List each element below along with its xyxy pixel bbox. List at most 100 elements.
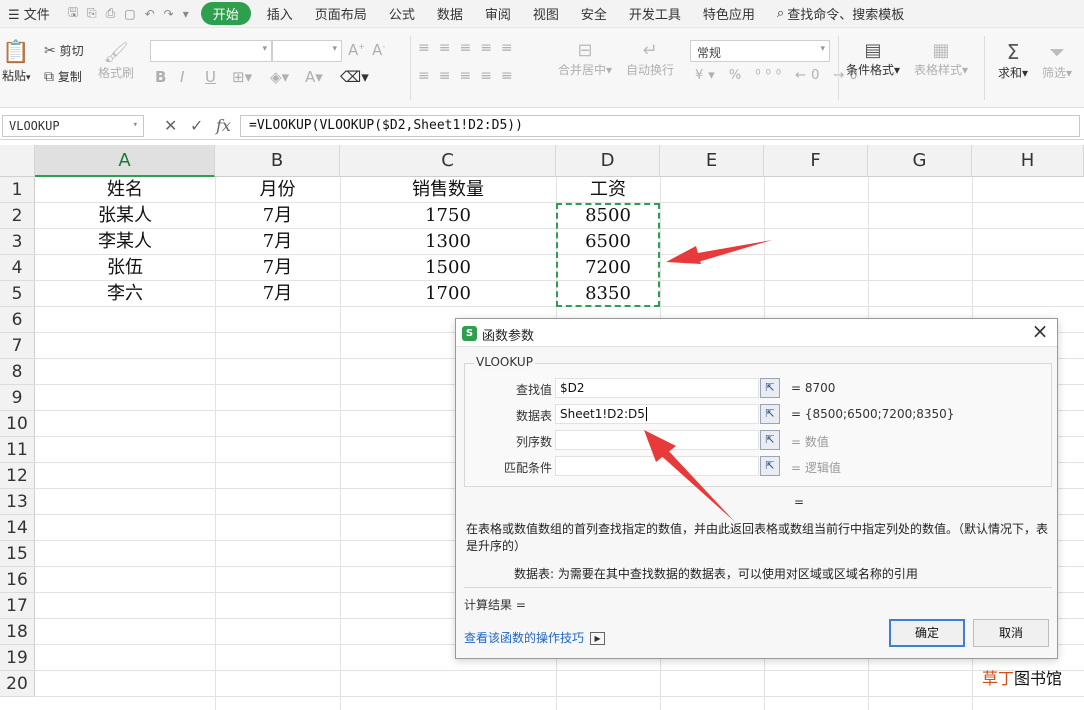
cell-b5[interactable]: 7月: [215, 281, 340, 307]
redo-icon[interactable]: ↷: [164, 7, 174, 21]
column-header-e[interactable]: E: [660, 145, 764, 177]
tab-insert[interactable]: 插入: [259, 4, 301, 23]
column-header-g[interactable]: G: [868, 145, 972, 177]
select-all-corner[interactable]: [0, 145, 35, 177]
paste-button[interactable]: 📋 粘贴▾: [2, 40, 31, 84]
cell-c2[interactable]: 1750: [340, 203, 556, 229]
font-color-icon[interactable]: A▾: [305, 68, 323, 86]
tab-featured[interactable]: 特色应用: [695, 4, 763, 23]
row-header[interactable]: 13: [0, 489, 35, 515]
filter-button[interactable]: ⏷ 筛选▾: [1042, 40, 1072, 81]
bold-icon[interactable]: B: [155, 68, 166, 86]
row-header[interactable]: 16: [0, 567, 35, 593]
row-header[interactable]: 2: [0, 203, 35, 229]
cell-c4[interactable]: 1500: [340, 255, 556, 281]
arg-input-lookup-value[interactable]: $D2: [555, 378, 759, 398]
row-header[interactable]: 5: [0, 281, 35, 307]
row-header[interactable]: 9: [0, 385, 35, 411]
command-search[interactable]: ⌕ 查找命令、搜索模板: [769, 4, 912, 23]
tab-start[interactable]: 开始: [200, 2, 251, 25]
underline-icon[interactable]: U: [205, 68, 216, 86]
row-header[interactable]: 1: [0, 177, 35, 203]
table-style-button[interactable]: ▦ 表格样式▾: [914, 40, 968, 78]
cell-d1[interactable]: 工资: [556, 177, 660, 203]
cell-c5[interactable]: 1700: [340, 281, 556, 307]
confirm-icon[interactable]: ✓: [190, 116, 203, 135]
row-header[interactable]: 19: [0, 645, 35, 671]
export-icon[interactable]: ⎘: [87, 6, 97, 21]
align-left-icons[interactable]: ≡≡≡≡≡: [418, 68, 522, 84]
font-size-select[interactable]: ▾: [272, 40, 342, 62]
row-header[interactable]: 6: [0, 307, 35, 333]
ok-button[interactable]: 确定: [889, 619, 965, 647]
row-header[interactable]: 8: [0, 359, 35, 385]
cell-c3[interactable]: 1300: [340, 229, 556, 255]
border-icon[interactable]: ⊞▾: [232, 68, 252, 86]
undo-icon[interactable]: ↶: [145, 7, 155, 21]
row-header[interactable]: 18: [0, 619, 35, 645]
cell-a2[interactable]: 张某人: [35, 203, 215, 229]
cancel-icon[interactable]: ✕: [164, 116, 177, 135]
tab-review[interactable]: 审阅: [477, 4, 519, 23]
tab-developer[interactable]: 开发工具: [621, 4, 689, 23]
close-button[interactable]: ×: [1029, 321, 1051, 343]
column-header-d[interactable]: D: [556, 145, 660, 177]
cell-b1[interactable]: 月份: [215, 177, 340, 203]
cell-a1[interactable]: 姓名: [35, 177, 215, 203]
row-header[interactable]: 7: [0, 333, 35, 359]
range-select-button[interactable]: ⇱: [760, 430, 780, 450]
cell-a4[interactable]: 张伍: [35, 255, 215, 281]
file-menu[interactable]: ☰ 文件: [0, 4, 58, 23]
cell-b4[interactable]: 7月: [215, 255, 340, 281]
fill-color-icon[interactable]: ◈▾: [270, 68, 289, 86]
name-box[interactable]: VLOOKUP ▾: [2, 115, 144, 137]
arg-input-range-lookup[interactable]: [555, 456, 759, 476]
cell-a3[interactable]: 李某人: [35, 229, 215, 255]
row-header[interactable]: 10: [0, 411, 35, 437]
range-select-button[interactable]: ⇱: [760, 456, 780, 476]
row-header[interactable]: 3: [0, 229, 35, 255]
arg-input-table-array[interactable]: Sheet1!D2:D5: [555, 404, 759, 424]
tab-security[interactable]: 安全: [573, 4, 615, 23]
cancel-button[interactable]: 取消: [973, 619, 1049, 647]
cell-c1[interactable]: 销售数量: [340, 177, 556, 203]
merge-center-button[interactable]: ⊟ 合并居中▾: [558, 40, 612, 78]
function-tips-link[interactable]: 查看该函数的操作技巧 ▶: [464, 629, 606, 646]
chevron-down-icon[interactable]: ▾: [183, 7, 189, 21]
print-icon[interactable]: ⎙: [106, 6, 116, 21]
decrease-font-icon[interactable]: A-: [372, 41, 385, 59]
font-name-select[interactable]: ▾: [150, 40, 272, 62]
row-header[interactable]: 20: [0, 671, 35, 697]
conditional-format-button[interactable]: ▤ 条件格式▾: [846, 40, 900, 78]
column-header-a[interactable]: A: [35, 145, 215, 177]
wrap-text-button[interactable]: ↵ 自动换行: [626, 40, 674, 78]
tab-page-layout[interactable]: 页面布局: [307, 4, 375, 23]
save-icon[interactable]: 🖫: [68, 3, 78, 24]
row-header[interactable]: 11: [0, 437, 35, 463]
cell-b3[interactable]: 7月: [215, 229, 340, 255]
tab-formulas[interactable]: 公式: [381, 4, 423, 23]
number-format-select[interactable]: 常规 ▾: [690, 40, 830, 62]
tab-data[interactable]: 数据: [429, 4, 471, 23]
row-header[interactable]: 14: [0, 515, 35, 541]
cut-button[interactable]: ✂ 剪切: [44, 42, 84, 59]
column-header-h[interactable]: H: [972, 145, 1084, 177]
sum-button[interactable]: Σ 求和▾: [998, 40, 1028, 81]
range-select-button[interactable]: ⇱: [760, 404, 780, 424]
column-header-b[interactable]: B: [215, 145, 340, 177]
formula-input[interactable]: =VLOOKUP(VLOOKUP($D2,Sheet1!D2:D5)): [240, 115, 1080, 137]
tab-view[interactable]: 视图: [525, 4, 567, 23]
row-header[interactable]: 15: [0, 541, 35, 567]
cell-b2[interactable]: 7月: [215, 203, 340, 229]
preview-icon[interactable]: ▢: [124, 7, 135, 21]
row-header[interactable]: 12: [0, 463, 35, 489]
row-header[interactable]: 4: [0, 255, 35, 281]
increase-font-icon[interactable]: A+: [348, 41, 365, 59]
column-header-c[interactable]: C: [340, 145, 556, 177]
copy-button[interactable]: ⧉ 复制: [44, 68, 82, 85]
format-painter-button[interactable]: 🖌 格式刷: [98, 40, 134, 81]
arg-input-col-index[interactable]: [555, 430, 759, 450]
clear-format-icon[interactable]: ⌫▾: [340, 68, 369, 86]
range-select-button[interactable]: ⇱: [760, 378, 780, 398]
row-header[interactable]: 17: [0, 593, 35, 619]
